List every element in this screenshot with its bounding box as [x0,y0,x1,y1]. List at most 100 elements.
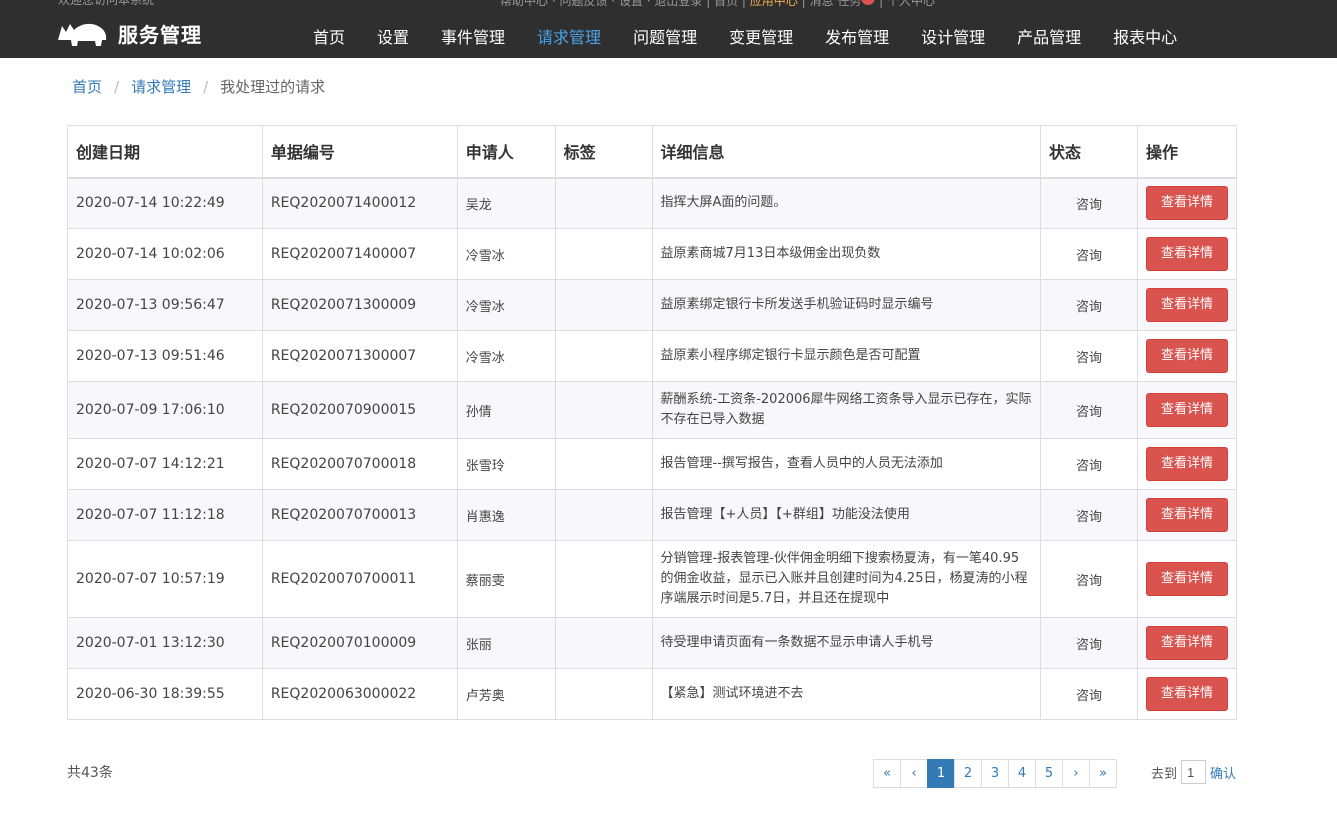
breadcrumb-home[interactable]: 首页 [72,76,102,97]
cell-action: 查看详情 [1136,381,1238,439]
table-row: 2020-07-07 10:57:19 REQ2020070700011 蔡丽雯… [67,540,1238,618]
column-header-detail[interactable]: 详细信息 [651,125,1042,179]
table-row: 2020-07-07 11:12:18 REQ2020070700013 肖惠逸… [67,489,1238,541]
cell-tag [554,489,653,541]
confirm-link[interactable]: 确认 [1210,763,1236,782]
cell-action: 查看详情 [1136,617,1238,669]
cell-detail: 益原素绑定银行卡所发送手机验证码时显示编号 [651,279,1042,331]
utility-link[interactable]: 应用中心 [750,0,798,8]
utility-links: 帮助中心 · 问题反馈 · 设置 · 退出登录 | 首页 | 应用中心 | 消息… [500,0,935,8]
cell-date: 2020-07-13 09:56:47 [67,279,263,331]
cell-id: REQ2020071400012 [261,177,458,229]
breadcrumb-section[interactable]: 请求管理 [131,76,191,97]
view-detail-button[interactable]: 查看详情 [1145,339,1228,373]
nav-design-management[interactable]: 设计管理 [905,20,1001,56]
column-header-id[interactable]: 单据编号 [261,125,458,179]
nav-release-management[interactable]: 发布管理 [809,20,905,56]
view-detail-button[interactable]: 查看详情 [1145,498,1228,532]
cell-id: REQ2020071300009 [261,279,458,331]
cell-tag [554,381,653,439]
cell-id: REQ2020070100009 [261,617,458,669]
breadcrumb-separator: / [114,77,120,96]
cell-applicant: 蔡丽雯 [456,540,556,618]
nav-incident-management[interactable]: 事件管理 [425,20,521,56]
pager-first[interactable]: « [873,759,901,788]
nav-report-center[interactable]: 报表中心 [1097,20,1193,56]
view-detail-button[interactable]: 查看详情 [1145,393,1228,427]
column-header-applicant[interactable]: 申请人 [456,125,556,179]
cell-status: 咨询 [1040,489,1138,541]
utility-link[interactable]: 问题反馈 [559,0,607,8]
cell-id: REQ2020070700018 [261,438,458,490]
pagination: « ‹ 1 2 3 4 5 › » [873,759,1117,788]
utility-link[interactable]: 首页 [714,0,738,8]
table-row: 2020-07-13 09:51:46 REQ2020071300007 冷雪冰… [67,330,1238,382]
view-detail-button[interactable]: 查看详情 [1145,447,1228,481]
utility-link[interactable]: 帮助中心 [500,0,548,8]
table-row: 2020-07-07 14:12:21 REQ2020070700018 张雪玲… [67,438,1238,490]
column-header-status[interactable]: 状态 [1040,125,1138,179]
cell-detail: 待受理申请页面有一条数据不显示申请人手机号 [651,617,1042,669]
cell-action: 查看详情 [1136,489,1238,541]
utility-link[interactable]: 消息 [809,0,833,8]
table-row: 2020-07-14 10:22:49 REQ2020071400012 吴龙 … [67,177,1238,229]
column-header-date[interactable]: 创建日期 [67,125,263,179]
cell-id: REQ2020070700013 [261,489,458,541]
pager-prev[interactable]: ‹ [900,759,928,788]
table-row: 2020-07-14 10:02:06 REQ2020071400007 冷雪冰… [67,228,1238,280]
nav-problem-management[interactable]: 问题管理 [617,20,713,56]
breadcrumb-separator: / [203,77,209,96]
utility-link[interactable]: 设置 [619,0,643,8]
pager-page-4[interactable]: 4 [1008,759,1036,788]
utility-link[interactable]: 个人中心 [887,0,935,8]
view-detail-button[interactable]: 查看详情 [1145,237,1228,271]
nav-request-management[interactable]: 请求管理 [521,20,617,56]
utility-link[interactable]: 退出登录 [654,0,702,8]
welcome-text: 欢迎您访问本系统 [58,0,155,7]
view-detail-button[interactable]: 查看详情 [1145,288,1228,322]
cell-status: 咨询 [1040,540,1138,618]
notification-badge [861,0,876,5]
cell-applicant: 张丽 [456,617,556,669]
nav-change-management[interactable]: 变更管理 [713,20,809,56]
cell-id: REQ2020063000022 [261,668,458,720]
cell-applicant: 冷雪冰 [456,330,556,382]
cell-applicant: 冷雪冰 [456,228,556,280]
cell-date: 2020-06-30 18:39:55 [67,668,263,720]
cell-detail: 【紧急】测试环境进不去 [651,668,1042,720]
nav-product-management[interactable]: 产品管理 [1001,20,1097,56]
pager-page-2[interactable]: 2 [954,759,982,788]
page-jump: 去到 确认 [1151,760,1236,784]
pager-last[interactable]: » [1089,759,1117,788]
brand[interactable]: 服务管理 [56,18,202,48]
cell-status: 咨询 [1040,228,1138,280]
cell-applicant: 吴龙 [456,177,556,229]
column-header-tag[interactable]: 标签 [554,125,653,179]
cell-detail: 指挥大屏A面的问题。 [651,177,1042,229]
cell-date: 2020-07-09 17:06:10 [67,381,263,439]
cell-applicant: 卢芳奥 [456,668,556,720]
view-detail-button[interactable]: 查看详情 [1145,562,1228,596]
view-detail-button[interactable]: 查看详情 [1145,186,1228,221]
view-detail-button[interactable]: 查看详情 [1145,677,1228,711]
cell-action: 查看详情 [1136,330,1238,382]
pager-page-5[interactable]: 5 [1035,759,1063,788]
pager-page-1[interactable]: 1 [927,759,955,788]
cell-status: 咨询 [1040,381,1138,439]
table-row: 2020-07-13 09:56:47 REQ2020071300009 冷雪冰… [67,279,1238,331]
total-count: 共43条 [67,765,113,781]
cell-date: 2020-07-07 14:12:21 [67,438,263,490]
cell-date: 2020-07-01 13:12:30 [67,617,263,669]
breadcrumb-current: 我处理过的请求 [220,78,326,96]
cell-tag [554,279,653,331]
pager-next[interactable]: › [1062,759,1090,788]
utility-link[interactable]: 任务 [837,0,861,8]
cell-status: 咨询 [1040,177,1138,229]
goto-page-input[interactable] [1181,760,1207,784]
cell-id: REQ2020071300007 [261,330,458,382]
view-detail-button[interactable]: 查看详情 [1145,626,1228,660]
cell-tag [554,228,653,280]
nav-settings[interactable]: 设置 [361,20,425,56]
pager-page-3[interactable]: 3 [981,759,1009,788]
nav-home[interactable]: 首页 [297,20,361,56]
